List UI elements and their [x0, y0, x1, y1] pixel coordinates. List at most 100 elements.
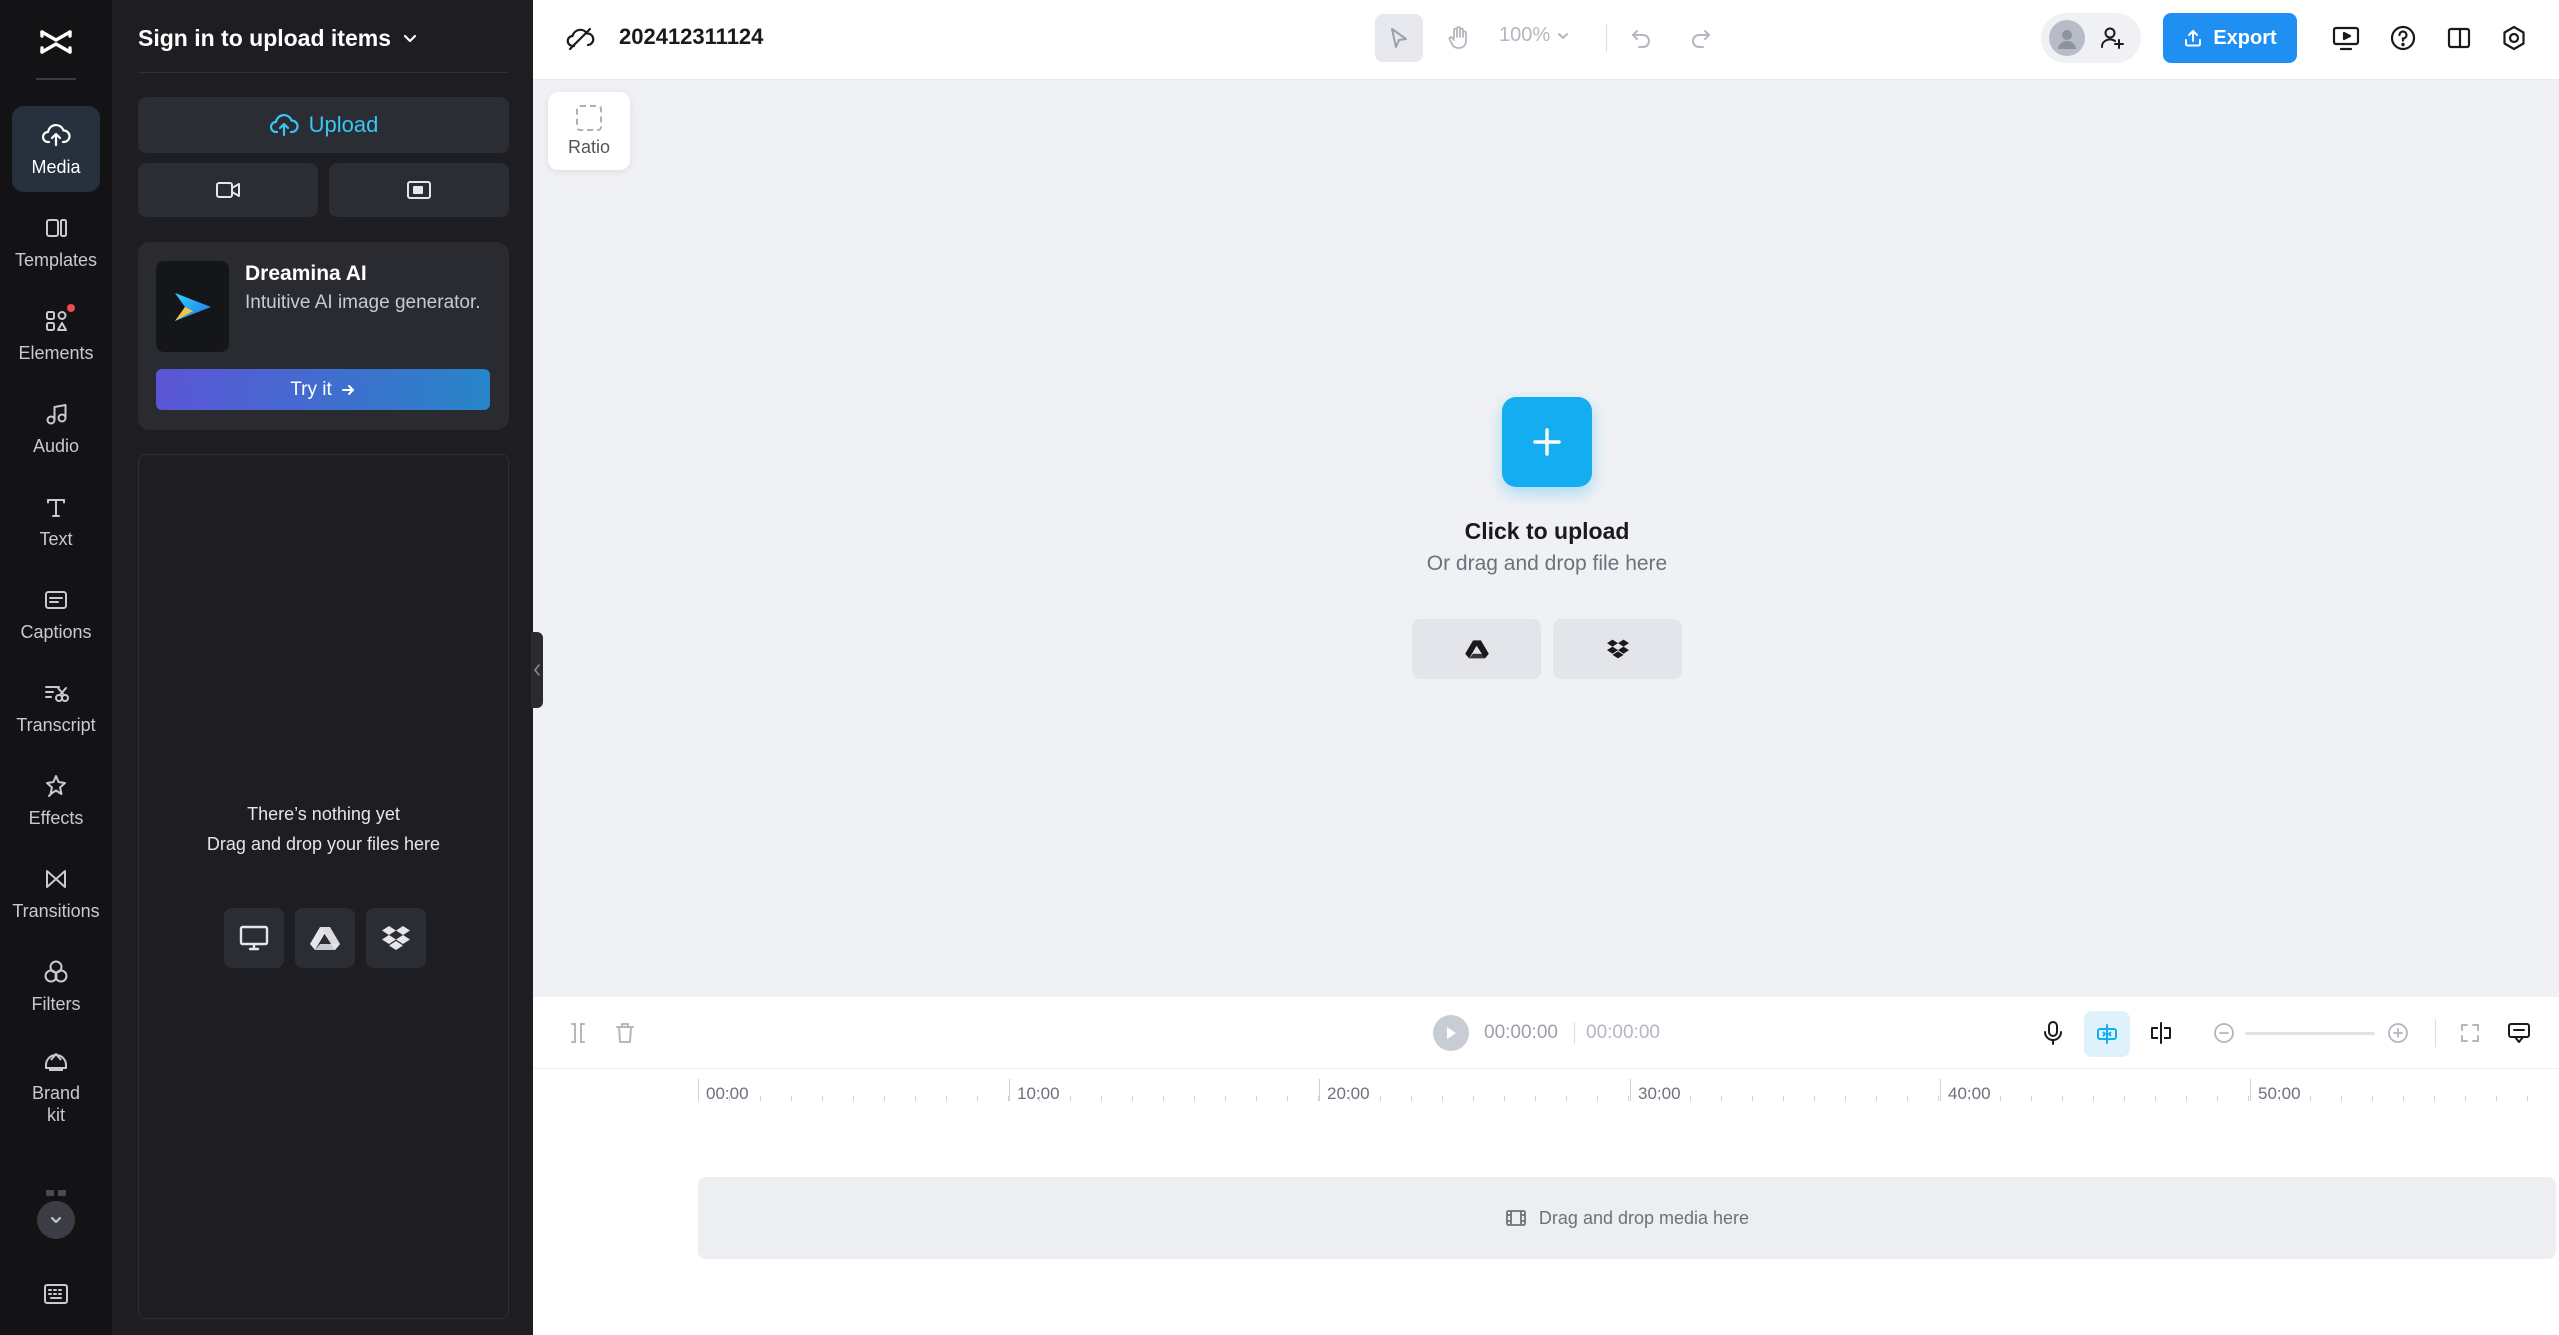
ruler-label: 10:00 [1017, 1084, 1060, 1103]
settings-button[interactable] [2495, 19, 2533, 57]
notification-dot [67, 304, 75, 312]
rail-item-templates[interactable]: Templates [12, 199, 100, 285]
feedback-button[interactable] [2502, 1016, 2536, 1050]
ruler-tick [698, 1079, 699, 1101]
drag-drop-hint: Or drag and drop file here [1426, 552, 1668, 575]
rail-item-transitions[interactable]: Transitions [12, 850, 100, 936]
fit-timeline-button[interactable] [2453, 1016, 2487, 1050]
google-drive-button[interactable] [1412, 619, 1541, 679]
microphone-icon [2042, 1020, 2064, 1046]
select-tool-button[interactable] [1375, 14, 1423, 62]
current-time: 00:00:00 [1484, 1022, 1558, 1043]
hand-icon [1447, 25, 1471, 51]
cloud-upload-icon [41, 120, 71, 150]
rail-item-transcript[interactable]: Transcript [12, 664, 100, 750]
ruler-label: 40:00 [1948, 1084, 1991, 1103]
panel-title-label: Sign in to upload items [138, 24, 391, 51]
rail-item-captions[interactable]: Captions [12, 571, 100, 657]
upload-from-dropbox-button[interactable] [366, 908, 426, 968]
play-button[interactable] [1433, 1015, 1469, 1051]
ruler-tick [1940, 1079, 1941, 1101]
rail-item-label: Transitions [12, 901, 100, 921]
redo-button[interactable] [1681, 18, 1721, 58]
present-button[interactable] [2327, 19, 2365, 57]
project-name[interactable]: 202412311124 [619, 24, 763, 50]
empty-state-title: There’s nothing yet [247, 804, 400, 824]
media-track-dropzone[interactable]: Drag and drop media here [698, 1177, 2556, 1259]
media-dropzone[interactable]: There’s nothing yet Drag and drop your f… [138, 454, 509, 1319]
aspect-ratio-icon [576, 104, 602, 131]
rail-item-media[interactable]: Media [12, 106, 100, 192]
add-user-icon[interactable] [2099, 25, 2125, 51]
video-camera-icon [214, 179, 242, 201]
captions-icon [41, 585, 71, 615]
ruler-tick [2250, 1079, 2251, 1101]
record-screen-button[interactable] [329, 163, 509, 217]
timeline: 00:00:00 00:00:00 00:00 10:00 20:00 30:0… [533, 997, 2559, 1335]
transcript-icon [41, 678, 71, 708]
collapse-panel-handle[interactable] [531, 632, 543, 708]
rail-item-label: Captions [20, 622, 92, 642]
ratio-button[interactable]: Ratio [548, 92, 630, 170]
google-drive-icon [1464, 638, 1490, 660]
upload-from-computer-button[interactable] [224, 908, 284, 968]
rail-item-filters[interactable]: Filters [12, 943, 100, 1029]
promo-title: Dreamina AI [245, 262, 367, 285]
split-screen-button[interactable] [2144, 1016, 2178, 1050]
try-it-button[interactable]: Try it [156, 369, 490, 410]
rail-item-text[interactable]: Text [12, 478, 100, 564]
left-rail: Media Templates Elements Audio Text Capt… [0, 0, 112, 1335]
add-media-button[interactable] [1502, 397, 1592, 487]
zoom-dropdown[interactable]: 100% [1499, 24, 1570, 47]
chevron-down-icon [1556, 29, 1570, 43]
help-button[interactable] [2384, 19, 2422, 57]
rail-item-elements[interactable]: Elements [12, 292, 100, 378]
text-icon [41, 492, 71, 522]
rail-item-label: Audio [32, 436, 80, 456]
dropbox-icon [380, 924, 412, 952]
toggle-layout-button[interactable] [2440, 19, 2478, 57]
rail-item-brand-kit[interactable]: Brand kit [12, 1036, 100, 1136]
export-button[interactable]: Export [2163, 13, 2297, 63]
timeline-zoom-slider[interactable] [2245, 1032, 2375, 1035]
delete-button[interactable] [608, 1016, 642, 1050]
record-voice-button[interactable] [2036, 1016, 2070, 1050]
top-bar: 202412311124 100% Export [533, 0, 2559, 80]
collaborators-pill [2041, 13, 2141, 63]
rail-item-audio[interactable]: Audio [12, 385, 100, 471]
toolbar-divider [2435, 1019, 2436, 1047]
trash-icon [614, 1021, 636, 1045]
rail-item-label: Templates [14, 250, 98, 270]
gear-icon [2500, 24, 2528, 52]
ratio-label: Ratio [567, 136, 611, 157]
auto-snap-button[interactable] [2084, 1011, 2130, 1057]
dropbox-icon [1605, 638, 1631, 660]
effects-icon [41, 771, 71, 801]
promo-description: Intuitive AI image generator. [245, 292, 481, 313]
export-label: Export [2213, 26, 2277, 49]
click-to-upload-title[interactable]: Click to upload [1297, 518, 1797, 545]
avatar[interactable] [2049, 20, 2085, 56]
capcut-logo[interactable] [34, 20, 78, 64]
screen-record-icon [405, 179, 433, 201]
rail-item-effects[interactable]: Effects [12, 757, 100, 843]
brand-kit-icon [41, 1046, 71, 1076]
upload-from-google-drive-button[interactable] [295, 908, 355, 968]
elements-icon [41, 304, 75, 336]
chevron-down-icon[interactable] [37, 1201, 75, 1239]
record-camera-button[interactable] [138, 163, 318, 217]
rail-item-label: Media [31, 157, 81, 177]
dropbox-button[interactable] [1553, 619, 1682, 679]
split-clip-button[interactable] [561, 1016, 595, 1050]
rail-item-label: Text [39, 529, 73, 549]
zoom-out-button[interactable] [2207, 1016, 2241, 1050]
keyboard-shortcuts-icon[interactable] [40, 1280, 72, 1308]
zoom-in-button[interactable] [2381, 1016, 2415, 1050]
hand-tool-button[interactable] [1435, 14, 1483, 62]
upload-button[interactable]: Upload [138, 97, 509, 153]
timeline-ruler[interactable]: 00:00 10:00 20:00 30:00 40:00 50:00 [533, 1069, 2559, 1109]
presentation-icon [2331, 24, 2361, 52]
ruler-tick [1319, 1079, 1320, 1101]
sign-in-dropdown[interactable]: Sign in to upload items [138, 22, 419, 54]
undo-button[interactable] [1621, 18, 1661, 58]
